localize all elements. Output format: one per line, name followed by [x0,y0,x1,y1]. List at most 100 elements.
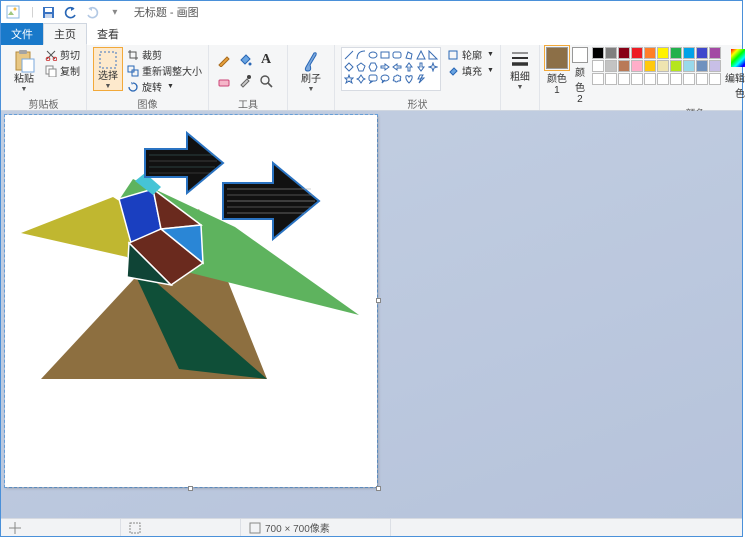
shape-callout-cloud[interactable] [391,73,403,85]
shape-star4[interactable] [427,61,439,73]
workspace[interactable] [1,111,742,518]
eyedropper-icon[interactable] [236,72,254,90]
status-bar: 700 × 700像素 [1,518,742,536]
shape-oval[interactable] [367,49,379,61]
save-icon[interactable] [40,3,58,21]
edit-colors-button[interactable]: 编辑颜色 [725,47,745,100]
shape-arrow-r[interactable] [379,61,391,73]
separator: | [31,6,34,18]
shape-rect[interactable] [379,49,391,61]
palette-color[interactable] [670,47,682,59]
resize-handle-se[interactable] [376,486,381,491]
redo-icon[interactable] [84,3,102,21]
palette-color[interactable] [644,60,656,72]
palette-color[interactable] [618,47,630,59]
palette-color[interactable] [618,60,630,72]
shape-curve[interactable] [355,49,367,61]
app-icon [5,4,21,20]
shape-star5[interactable] [343,73,355,85]
tab-file[interactable]: 文件 [1,23,43,45]
tab-view[interactable]: 查看 [87,23,129,45]
palette-color[interactable] [683,73,695,85]
shape-arrow-l[interactable] [391,61,403,73]
arrow-shape-2 [223,163,319,239]
palette-color[interactable] [670,60,682,72]
palette-color[interactable] [631,73,643,85]
palette-color[interactable] [709,47,721,59]
crosshair-icon [9,522,21,534]
chevron-down-icon: ▼ [308,86,315,93]
stroke-width-button[interactable]: 粗细 ▼ [507,47,533,91]
group-label-clipboard: 剪贴板 [7,96,80,110]
text-icon[interactable]: A [257,51,275,69]
palette-color[interactable] [657,60,669,72]
title-bar: | ▾ 无标题 - 画图 [1,1,742,23]
shape-diamond[interactable] [343,61,355,73]
palette-color[interactable] [709,73,721,85]
palette-color[interactable] [631,47,643,59]
canvas-drawing [5,115,377,487]
group-image: 选择 ▼ 裁剪 重新调整大小 旋转▼ 图像 [87,45,209,110]
shape-roundrect[interactable] [391,49,403,61]
color1-button[interactable]: 颜色 1 [546,47,568,96]
shape-callout-rrect[interactable] [367,73,379,85]
shape-lightning[interactable] [415,73,427,85]
shape-star6[interactable] [355,73,367,85]
undo-icon[interactable] [62,3,80,21]
shape-line[interactable] [343,49,355,61]
color2-button[interactable]: 颜色 2 [572,47,588,105]
canvas[interactable] [5,115,377,487]
palette-color[interactable] [696,73,708,85]
shape-arrow-u[interactable] [403,61,415,73]
palette-color[interactable] [592,47,604,59]
palette-color[interactable] [644,73,656,85]
shape-triangle[interactable] [415,49,427,61]
shape-heart[interactable] [403,73,415,85]
crop-button[interactable]: 裁剪 [127,47,202,62]
shape-fill-button[interactable]: 填充▼ [447,63,494,78]
group-tools: A 工具 [209,45,288,110]
select-button[interactable]: 选择 ▼ [93,47,123,91]
brushes-button[interactable]: 刷子 ▼ [294,47,328,93]
fill-icon[interactable] [236,51,254,69]
palette-color[interactable] [670,73,682,85]
palette-color[interactable] [592,60,604,72]
palette-color[interactable] [644,47,656,59]
group-shapes: 轮廓▼ 填充▼ 形状 [335,45,501,110]
palette-color[interactable] [618,73,630,85]
shape-rtriangle[interactable] [427,49,439,61]
palette-color[interactable] [592,73,604,85]
palette-color[interactable] [605,73,617,85]
rainbow-icon [729,47,745,69]
cut-button[interactable]: 剪切 [45,47,80,62]
resize-button[interactable]: 重新调整大小 [127,63,202,78]
palette-color[interactable] [683,60,695,72]
palette-color[interactable] [657,73,669,85]
palette-color[interactable] [683,47,695,59]
paste-button[interactable]: 粘贴 ▼ [7,47,41,93]
palette-color[interactable] [657,47,669,59]
palette-color[interactable] [605,47,617,59]
palette-color[interactable] [696,47,708,59]
shape-hexagon[interactable] [367,61,379,73]
quick-access-toolbar: ▾ [40,3,124,21]
copy-button[interactable]: 复制 [45,63,80,78]
shapes-gallery[interactable] [341,47,441,91]
shape-arrow-d[interactable] [415,61,427,73]
qat-customize-icon[interactable]: ▾ [106,3,124,21]
rotate-button[interactable]: 旋转▼ [127,79,202,94]
eraser-icon[interactable] [215,72,233,90]
shape-outline-button[interactable]: 轮廓▼ [447,47,494,62]
magnifier-icon[interactable] [257,72,275,90]
tab-home[interactable]: 主页 [43,23,87,45]
palette-color[interactable] [696,60,708,72]
shape-callout-oval[interactable] [379,73,391,85]
shape-polygon[interactable] [403,49,415,61]
palette-color[interactable] [709,60,721,72]
palette-color[interactable] [605,60,617,72]
resize-handle-e[interactable] [376,298,381,303]
resize-handle-s[interactable] [188,486,193,491]
pencil-icon[interactable] [215,51,233,69]
shape-pentagon[interactable] [355,61,367,73]
palette-color[interactable] [631,60,643,72]
